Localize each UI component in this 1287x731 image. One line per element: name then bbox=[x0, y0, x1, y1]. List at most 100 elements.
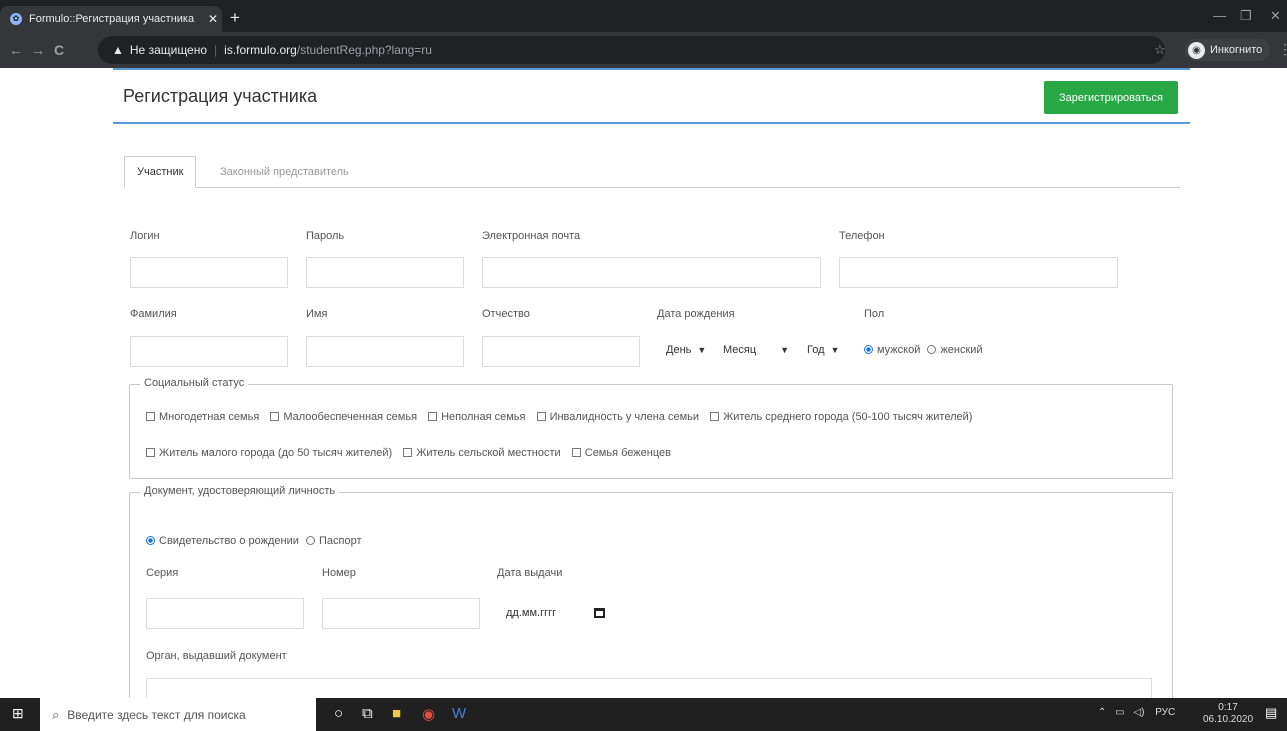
checkbox[interactable] bbox=[403, 448, 413, 457]
checkbox[interactable] bbox=[146, 412, 155, 421]
clock-date: 06.10.2020 bbox=[1203, 714, 1254, 725]
login-input[interactable] bbox=[130, 257, 288, 288]
url-domain: is.formulo.org bbox=[224, 43, 297, 57]
birth-year-select[interactable]: Год ▼ bbox=[800, 336, 847, 364]
email-input[interactable] bbox=[482, 257, 821, 288]
issuer-input[interactable] bbox=[146, 678, 1152, 698]
male-radio[interactable] bbox=[864, 345, 873, 354]
browser-tab[interactable]: ✿ Formulo::Регистрация участника ✕ bbox=[0, 6, 222, 32]
female-radio[interactable] bbox=[927, 345, 937, 354]
chevron-down-icon: ▼ bbox=[697, 345, 707, 355]
series-label: Серия bbox=[146, 567, 179, 579]
checkbox[interactable] bbox=[536, 412, 546, 421]
birth-month-value: Месяц bbox=[723, 344, 757, 356]
cortana-icon[interactable]: ○ bbox=[334, 705, 343, 722]
taskbar-search-placeholder: Введите здесь текст для поиска bbox=[67, 707, 246, 722]
birth-month-select[interactable]: Месяц ▼ bbox=[716, 336, 796, 364]
language-indicator[interactable]: РУС bbox=[1155, 707, 1175, 718]
new-tab-button[interactable]: + bbox=[230, 8, 240, 28]
identity-document-legend: Документ, удостоверяющий личность bbox=[140, 485, 340, 497]
minimize-icon[interactable]: — bbox=[1213, 8, 1226, 23]
password-label: Пароль bbox=[306, 230, 345, 242]
birth-year-value: Год bbox=[807, 344, 825, 356]
name-input[interactable] bbox=[306, 336, 464, 367]
header-divider bbox=[113, 122, 1190, 124]
checkbox-label: Инвалидность у члена семьи bbox=[549, 411, 700, 423]
address-bar[interactable]: ▲ Не защищено | is.formulo.org /studentR… bbox=[98, 36, 1165, 64]
checkbox[interactable] bbox=[710, 412, 720, 421]
register-button[interactable]: Зарегистрироваться bbox=[1044, 81, 1178, 114]
checkbox-label: Житель малого города (до 50 тысяч жителе… bbox=[159, 447, 393, 459]
word-icon[interactable]: W bbox=[452, 705, 466, 722]
birth-day-select[interactable]: День ▼ bbox=[659, 336, 714, 364]
birthdate-label: Дата рождения bbox=[657, 308, 735, 320]
warning-icon: ▲ bbox=[112, 43, 124, 57]
date-placeholder: дд.мм.гггг bbox=[506, 607, 557, 619]
birth-cert-radio[interactable] bbox=[146, 536, 155, 545]
tab-guardian[interactable]: Законный представитель bbox=[208, 156, 361, 188]
header-top-rule bbox=[113, 68, 1190, 70]
system-tray[interactable]: ⌃ ▭ ◁) РУС bbox=[1098, 707, 1175, 718]
patronymic-input[interactable] bbox=[482, 336, 640, 367]
incognito-label: Инкогнито bbox=[1210, 44, 1263, 56]
patronymic-label: Отчество bbox=[482, 308, 530, 320]
windows-start-icon[interactable]: ⊞ bbox=[12, 705, 24, 722]
female-label: женский bbox=[940, 344, 983, 356]
incognito-icon: ◉ bbox=[1188, 41, 1205, 59]
close-tab-icon[interactable]: ✕ bbox=[204, 12, 222, 26]
checkbox[interactable] bbox=[270, 412, 280, 421]
checkbox-label: Житель сельской местности bbox=[416, 447, 561, 459]
issue-date-input[interactable]: дд.мм.гггг bbox=[497, 598, 627, 628]
checkbox-label: Житель среднего города (50-100 тысяч жит… bbox=[723, 411, 973, 423]
male-label: мужской bbox=[877, 344, 921, 356]
social-status-fieldset: Социальный статус Многодетная семья Мало… bbox=[129, 377, 1173, 479]
checkbox[interactable] bbox=[146, 448, 155, 457]
forward-icon[interactable]: → bbox=[31, 42, 45, 58]
file-explorer-icon[interactable]: ■ bbox=[392, 705, 401, 722]
email-label: Электронная почта bbox=[482, 230, 581, 242]
clock-time: 0:17 bbox=[1218, 702, 1238, 713]
number-label: Номер bbox=[322, 567, 356, 579]
name-label: Имя bbox=[306, 308, 328, 320]
incognito-badge[interactable]: ◉ Инкогнито bbox=[1185, 39, 1271, 61]
checkbox[interactable] bbox=[428, 412, 438, 421]
site-favicon-icon: ✿ bbox=[10, 13, 22, 25]
menu-kebab-icon[interactable]: ⋮ bbox=[1278, 41, 1287, 58]
close-window-icon[interactable]: ✕ bbox=[1270, 8, 1281, 24]
issue-date-label: Дата выдачи bbox=[497, 567, 563, 579]
taskbar-search[interactable]: ⌕ Введите здесь текст для поиска bbox=[40, 698, 316, 731]
login-label: Логин bbox=[130, 230, 160, 242]
phone-input[interactable] bbox=[839, 257, 1118, 288]
system-clock[interactable]: 0:17 06.10.2020 bbox=[1203, 702, 1253, 726]
social-status-legend: Социальный статус bbox=[140, 377, 249, 389]
back-icon[interactable]: ← bbox=[9, 42, 23, 58]
notifications-icon[interactable]: ▤ bbox=[1265, 705, 1277, 721]
passport-radio[interactable] bbox=[305, 536, 315, 545]
form-tabs: Участник Законный представитель bbox=[124, 156, 1180, 188]
chevron-up-icon[interactable]: ⌃ bbox=[1098, 707, 1106, 718]
social-status-row-1: Многодетная семья Малообеспеченная семья… bbox=[146, 411, 980, 423]
bookmark-star-icon[interactable]: ☆ bbox=[1154, 42, 1166, 58]
birth-day-value: День bbox=[666, 344, 692, 356]
network-icon[interactable]: ▭ bbox=[1115, 707, 1124, 718]
series-input[interactable] bbox=[146, 598, 304, 629]
gender-radio-group: мужской женский bbox=[864, 344, 983, 356]
gender-label: Пол bbox=[864, 308, 885, 320]
reload-icon[interactable]: C bbox=[54, 42, 64, 58]
calendar-icon[interactable] bbox=[594, 608, 606, 618]
checkbox-label: Малообеспеченная семья bbox=[283, 411, 418, 423]
checkbox[interactable] bbox=[571, 448, 581, 457]
surname-input[interactable] bbox=[130, 336, 288, 367]
browser-tab-strip: ✿ Formulo::Регистрация участника ✕ + — ❐… bbox=[0, 0, 1287, 32]
tab-participant[interactable]: Участник bbox=[124, 156, 197, 188]
task-view-icon[interactable]: ⧉ bbox=[362, 705, 373, 722]
page-title: Регистрация участника bbox=[123, 86, 318, 106]
issuer-label: Орган, выдавший документ bbox=[146, 650, 287, 662]
password-input[interactable] bbox=[306, 257, 464, 288]
volume-icon[interactable]: ◁) bbox=[1133, 707, 1144, 718]
chrome-icon[interactable]: ◉ bbox=[422, 705, 435, 723]
maximize-icon[interactable]: ❐ bbox=[1240, 8, 1252, 24]
surname-label: Фамилия bbox=[130, 308, 177, 320]
tab-title: Formulo::Регистрация участника bbox=[29, 13, 195, 25]
number-input[interactable] bbox=[322, 598, 480, 629]
